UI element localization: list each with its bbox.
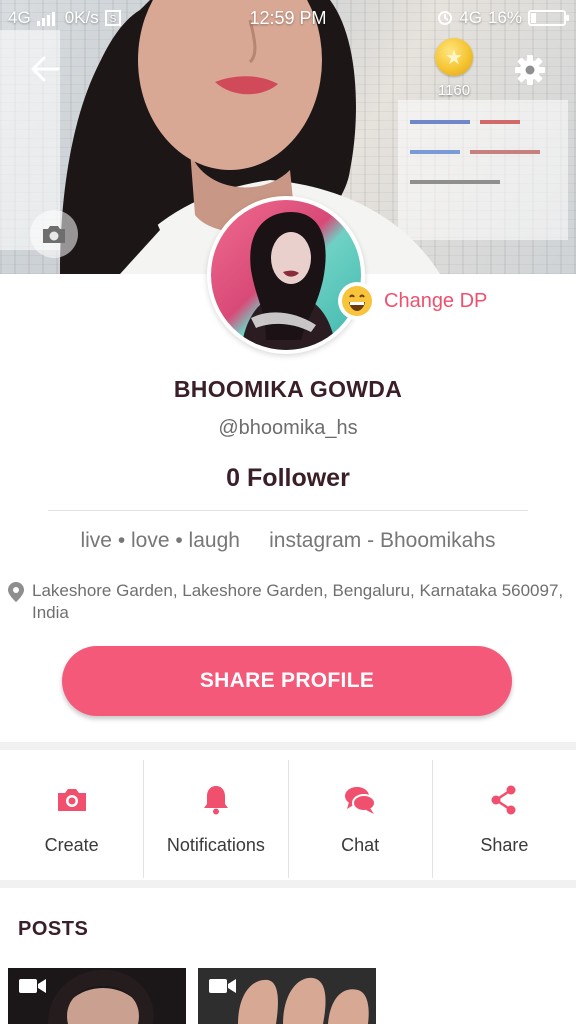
change-cover-button[interactable] (30, 210, 78, 258)
profile-bio: live • love • laugh instagram - Bhoomika… (80, 529, 496, 552)
settings-button[interactable] (512, 52, 548, 88)
divider (48, 510, 528, 511)
alarm-icon (438, 11, 453, 25)
video-camera-icon (209, 979, 236, 993)
chat-icon (345, 786, 377, 814)
location-pin-icon (8, 582, 24, 602)
location-text: Lakeshore Garden, Lakeshore Garden, Beng… (32, 581, 564, 622)
arrow-left-icon (31, 56, 60, 82)
share-profile-button[interactable]: SHARE PROFILE (62, 646, 512, 716)
network-indicator-right: 4G (459, 8, 482, 27)
avatar-image (211, 200, 361, 350)
action-row: Create Notifications Chat Share (0, 760, 576, 878)
create-label: Create (44, 834, 99, 855)
post-thumbnail[interactable] (198, 968, 376, 1024)
camera-icon (57, 788, 86, 811)
share-button[interactable]: Share (433, 760, 576, 878)
avatar-portrait (241, 212, 336, 350)
chat-label: Chat (341, 834, 380, 855)
profile-name: BHOOMIKA GOWDA (173, 376, 403, 402)
profile-location: Lakeshore Garden, Lakeshore Garden, Beng… (8, 580, 564, 624)
back-button[interactable] (28, 52, 62, 86)
notifications-label: Notifications (166, 834, 265, 855)
coin-icon: ★ (435, 38, 473, 76)
share-icon (491, 785, 516, 814)
coin-balance[interactable]: ★ 1160 (426, 38, 482, 99)
status-bar: 4G 0K/s S 12:59 PM 4G 16% (0, 0, 576, 36)
section-separator (0, 880, 576, 888)
notifications-button[interactable]: Notifications (144, 760, 289, 878)
follower-count[interactable]: 0 Follower (0, 464, 576, 493)
share-label: Share (480, 834, 529, 855)
chat-button[interactable]: Chat (289, 760, 433, 878)
battery-percent: 16% (487, 8, 522, 27)
battery-icon (528, 10, 569, 26)
change-dp-label: Change DP (384, 289, 488, 312)
video-camera-icon (19, 979, 46, 993)
change-dp-button[interactable]: Change DP (338, 282, 487, 320)
section-separator (0, 742, 576, 750)
post-thumbnail[interactable] (8, 968, 186, 1024)
avatar[interactable] (207, 196, 365, 354)
create-button[interactable]: Create (0, 760, 145, 878)
gear-icon (515, 55, 545, 85)
status-right: 4G 16% (437, 8, 569, 28)
camera-icon (43, 226, 65, 243)
coin-count: 1160 (437, 82, 471, 99)
posts-heading: POSTS (18, 918, 89, 940)
profile-handle: @bhoomika_hs (218, 417, 358, 439)
bell-icon (203, 785, 228, 814)
smile-emoji-icon (338, 282, 376, 320)
